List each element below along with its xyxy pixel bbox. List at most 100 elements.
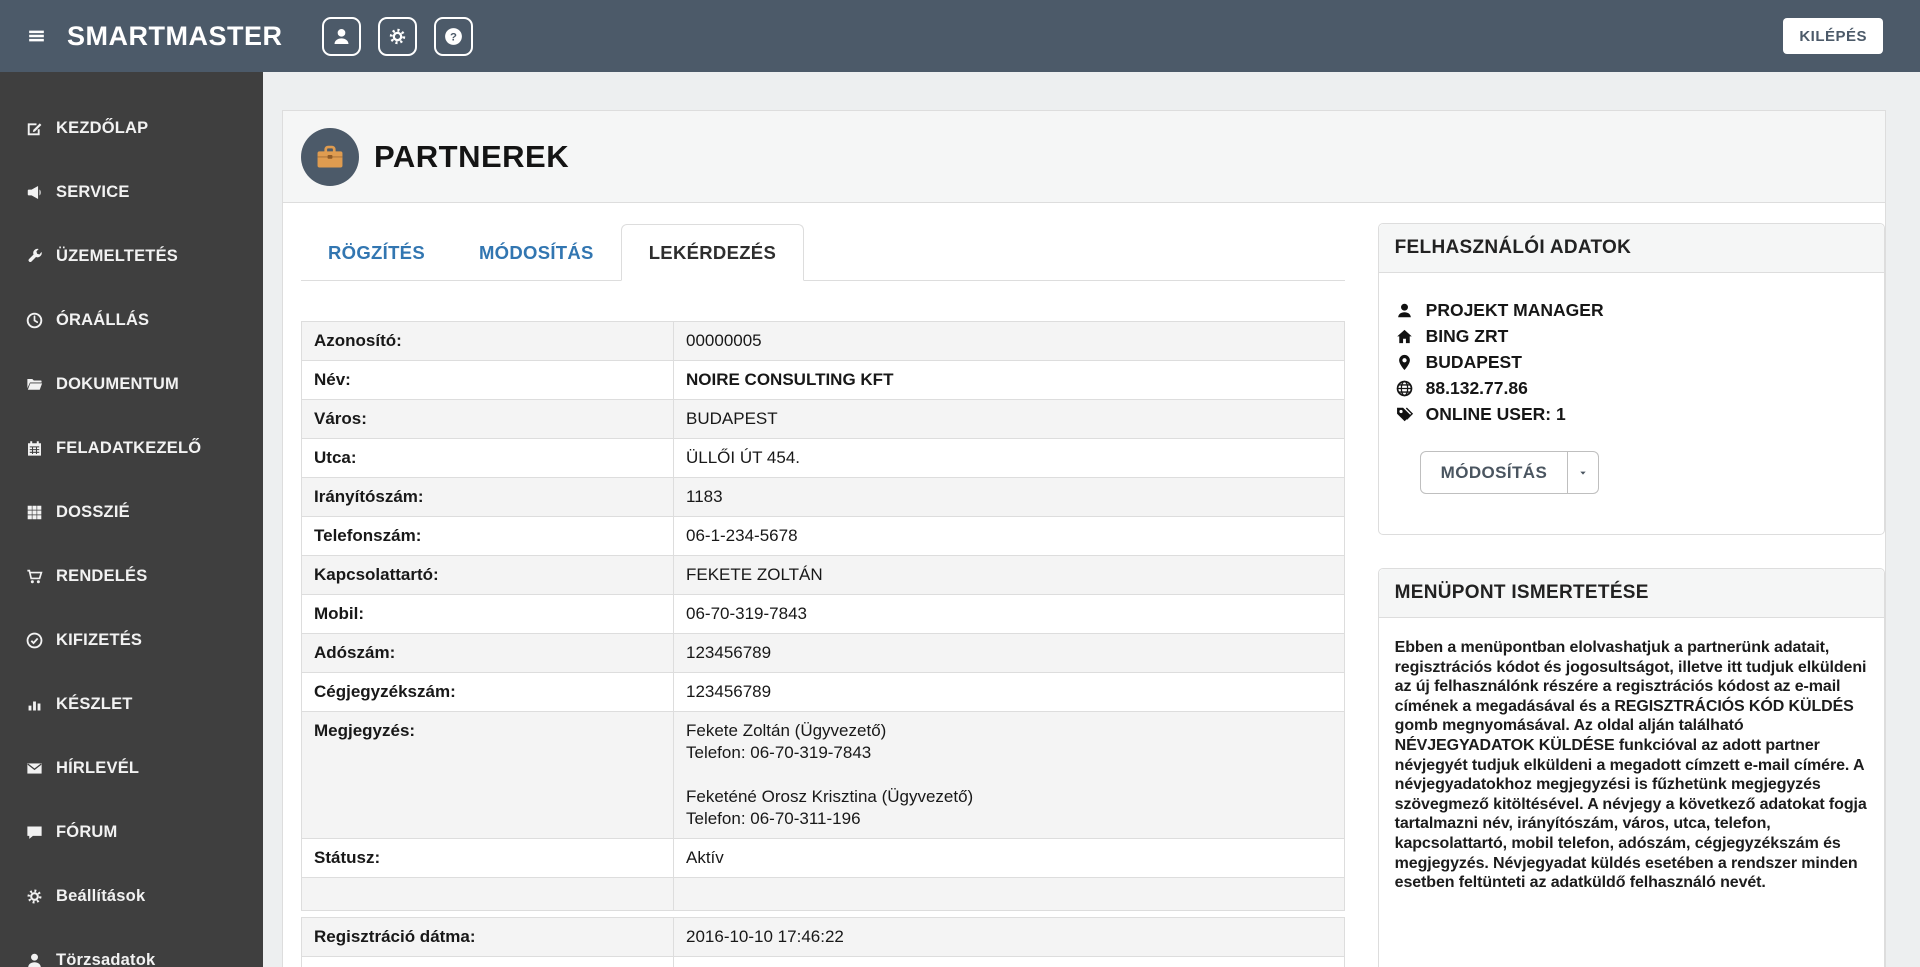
- sidebar-item-feladatkezelo[interactable]: FELADATKEZELŐ: [0, 416, 263, 480]
- sidebar-item-label: KÉSZLET: [56, 694, 133, 713]
- dates-table: Regisztráció dátma:2016-10-10 17:46:22Mó…: [301, 917, 1345, 967]
- modify-button[interactable]: MÓDOSÍTÁS: [1419, 451, 1569, 494]
- sidebar-item-service[interactable]: SERVICE: [0, 160, 263, 224]
- sidebar: KEZDŐLAP SERVICE ÜZEMELTETÉS ÓRAÁLLÁS DOKUME…: [0, 72, 263, 967]
- hamburger-menu-button[interactable]: [20, 21, 53, 51]
- table-row: Módosítás dátuma:2016-11-04 10:25:52: [301, 956, 1345, 967]
- field-label: [301, 877, 674, 911]
- tags-icon: [1395, 405, 1414, 424]
- calendar-icon: [25, 439, 44, 458]
- sidebar-item-keszlet[interactable]: KÉSZLET: [0, 672, 263, 736]
- home-icon: [1395, 327, 1414, 346]
- sidebar-item-kezdolap[interactable]: KEZDŐLAP: [0, 96, 263, 160]
- user-info-text: BUDAPEST: [1425, 351, 1522, 372]
- tab-modositas[interactable]: MÓDOSÍTÁS: [452, 225, 621, 280]
- user-icon: [25, 951, 44, 967]
- menu-info-box-title: MENÜPONT ISMERTETÉSE: [1378, 569, 1884, 618]
- menu-info-box: MENÜPONT ISMERTETÉSE Ebben a menüpontban…: [1377, 568, 1885, 967]
- modify-dropdown-button[interactable]: [1568, 451, 1600, 494]
- table-row: Megjegyzés: Fekete Zoltán (Ügyvezető) Tel…: [301, 711, 1345, 839]
- help-button[interactable]: [434, 16, 473, 56]
- field-value: 2016-10-10 17:46:22: [673, 917, 1345, 957]
- menu-info-text: Ebben a menüpontban elolvashatjuk a part…: [1394, 639, 1867, 892]
- field-value: 123456789: [673, 672, 1345, 712]
- sidebar-item-forum[interactable]: FÓRUM: [0, 800, 263, 864]
- user-icon: [331, 26, 352, 47]
- sidebar-item-label: KIFIZETÉS: [56, 630, 143, 649]
- field-value: 06-70-319-7843: [673, 594, 1345, 634]
- page-icon-circle: [301, 127, 359, 186]
- edit-icon: [25, 119, 44, 138]
- logout-button[interactable]: KILÉPÉS: [1783, 18, 1883, 54]
- partner-table: Azonosító: 00000005 Név: NOIRE CONSULTING K…: [301, 321, 1345, 911]
- field-label: Irányítószám:: [301, 477, 674, 517]
- user-info-item: BING ZRT: [1395, 323, 1868, 349]
- sidebar-item-label: FÓRUM: [56, 822, 118, 841]
- question-icon: [443, 26, 464, 47]
- table-row: Irányítószám: 1183: [301, 477, 1345, 517]
- field-label: Mobil:: [301, 594, 674, 634]
- check-circle-icon: [25, 631, 44, 650]
- field-value: 123456789: [673, 633, 1345, 673]
- chart-icon: [25, 695, 44, 714]
- user-info-text: PROJEKT MANAGER: [1425, 299, 1604, 320]
- sidebar-item-torzsadatok[interactable]: Törzsadatok: [0, 928, 263, 967]
- sidebar-item-label: ÓRAÁLLÁS: [56, 310, 150, 329]
- user-info-item: ONLINE USER: 1: [1395, 401, 1868, 427]
- sidebar-menu: KEZDŐLAP SERVICE ÜZEMELTETÉS ÓRAÁLLÁS DOKUME…: [0, 96, 263, 967]
- table-row: [301, 877, 1345, 911]
- sidebar-item-label: ÜZEMELTETÉS: [56, 246, 178, 265]
- sidebar-item-label: DOSSZIÉ: [56, 502, 130, 521]
- field-value: Fekete Zoltán (Ügyvezető) Telefon: 06-70…: [673, 711, 1345, 839]
- sidebar-item-hirlevel[interactable]: HÍRLEVÉL: [0, 736, 263, 800]
- sidebar-item-label: KEZDŐLAP: [56, 118, 149, 137]
- folder-icon: [25, 375, 44, 394]
- sidebar-item-dosszie[interactable]: DOSSZIÉ: [0, 480, 263, 544]
- field-value: FEKETE ZOLTÁN: [673, 555, 1345, 595]
- field-label: Regisztráció dátma:: [301, 917, 674, 957]
- field-label: Státusz:: [301, 838, 674, 878]
- table-row: Regisztráció dátma: 2016-10-10 17:46:22: [301, 917, 1345, 957]
- tab-rogzites[interactable]: RÖGZÍTÉS: [301, 225, 452, 280]
- sidebar-item-label: RENDELÉS: [56, 566, 148, 585]
- sidebar-item-kifizetes[interactable]: KIFIZETÉS: [0, 608, 263, 672]
- table-row: Kapcsolattartó: FEKETE ZOLTÁN: [301, 555, 1345, 595]
- sidebar-item-label: Törzsadatok: [56, 950, 156, 967]
- field-value: 00000005: [673, 321, 1345, 361]
- user-info-item: PROJEKT MANAGER: [1395, 297, 1868, 323]
- left-column: RÖGZÍTÉS MÓDOSÍTÁS LEKÉRDEZÉS Azonosító: 00…: [301, 203, 1345, 967]
- user-info-text: BING ZRT: [1425, 325, 1509, 346]
- settings-button[interactable]: [378, 16, 417, 56]
- field-value: NOIRE CONSULTING KFT: [673, 360, 1345, 400]
- gear-icon: [387, 26, 408, 47]
- gear-icon: [25, 887, 44, 906]
- tab-lekerdezes[interactable]: LEKÉRDEZÉS: [620, 224, 805, 281]
- user-info-text: 88.132.77.86: [1425, 377, 1528, 398]
- field-value: Aktív: [673, 838, 1345, 878]
- field-label: Név:: [301, 360, 674, 400]
- field-value: 2016-11-04 10:25:52: [673, 956, 1345, 967]
- partners-panel: PARTNEREK RÖGZÍTÉS MÓDOSÍTÁS LEKÉRDEZÉS Az…: [282, 110, 1886, 967]
- briefcase-icon: [313, 140, 347, 174]
- table-row: Cégjegyzékszám: 123456789: [301, 672, 1345, 712]
- sidebar-item-oraallas[interactable]: ÓRAÁLLÁS: [0, 288, 263, 352]
- sidebar-item-label: SERVICE: [56, 182, 130, 201]
- sidebar-item-rendeles[interactable]: RENDELÉS: [0, 544, 263, 608]
- clock-icon: [25, 311, 44, 330]
- sidebar-item-uzemeltetes[interactable]: ÜZEMELTETÉS: [0, 224, 263, 288]
- caret-down-icon: [1577, 468, 1589, 478]
- app-brand: SMARTMASTER: [67, 20, 283, 51]
- user-button[interactable]: [322, 16, 361, 56]
- sidebar-item-label: FELADATKEZELŐ: [56, 438, 202, 457]
- hamburger-icon: [24, 25, 49, 47]
- user-data-box-body: PROJEKT MANAGER BING ZRT BUDAPEST 88.132.77…: [1379, 273, 1884, 534]
- sidebar-item-beallitasok[interactable]: Beállítások: [0, 864, 263, 928]
- user-info-item: 88.132.77.86: [1395, 375, 1868, 401]
- field-label: Azonosító:: [301, 321, 674, 361]
- table-row: Utca: ÜLLŐI ÚT 454.: [301, 438, 1345, 478]
- user-icon: [1395, 301, 1414, 320]
- field-label: Kapcsolattartó:: [301, 555, 674, 595]
- comment-icon: [25, 823, 44, 842]
- sidebar-item-dokumentum[interactable]: DOKUMENTUM: [0, 352, 263, 416]
- user-info-item: BUDAPEST: [1395, 349, 1868, 375]
